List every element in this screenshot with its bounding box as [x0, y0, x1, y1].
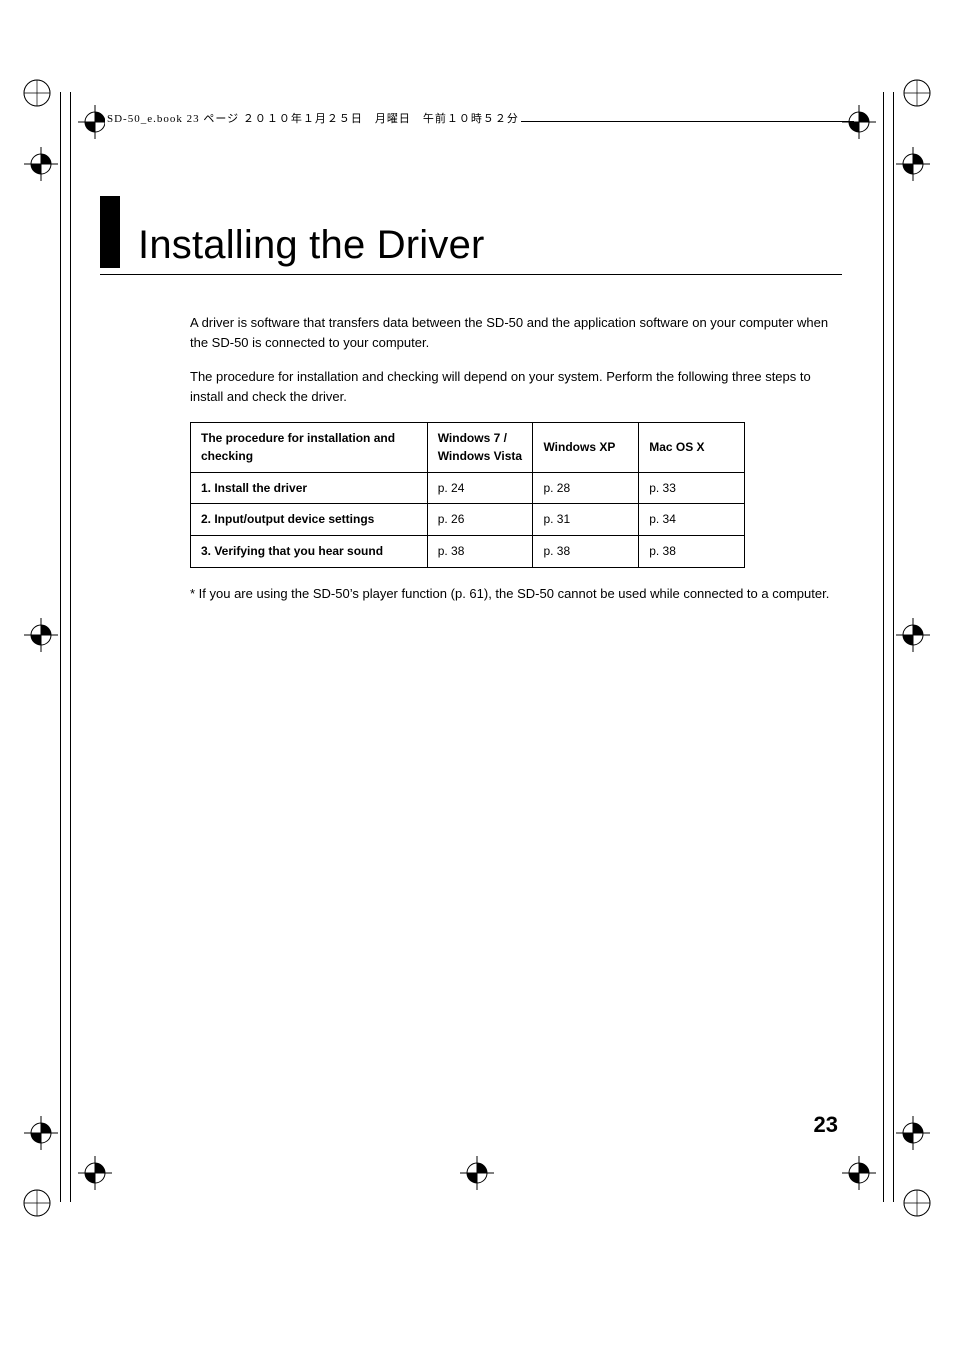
body-text: A driver is software that transfers data…	[190, 313, 834, 604]
table-cell: p. 28	[533, 472, 639, 504]
table-row: 3. Verifying that you hear sound p. 38 p…	[191, 535, 745, 567]
page-title: Installing the Driver	[138, 223, 485, 268]
print-mark-icon	[902, 1188, 932, 1218]
table-header: Windows 7 / Windows Vista	[427, 422, 533, 472]
title-row: Installing the Driver	[100, 196, 842, 275]
footnote: * If you are using the SD-50’s player fu…	[190, 584, 834, 604]
print-mark-icon	[22, 78, 52, 108]
registration-mark-icon	[24, 1116, 58, 1150]
page: SD-50_e.book 23 ページ ２０１０年１月２５日 月曜日 午前１０時…	[0, 0, 954, 1350]
frame-line	[60, 92, 61, 1202]
table-cell: 3. Verifying that you hear sound	[191, 535, 428, 567]
table-header: The procedure for installation and check…	[191, 422, 428, 472]
table-header-line: Windows 7 /	[438, 431, 507, 445]
table-cell: p. 24	[427, 472, 533, 504]
registration-mark-icon	[460, 1156, 494, 1190]
frame-line	[883, 92, 884, 1202]
table-cell: p. 33	[639, 472, 745, 504]
header-caption: SD-50_e.book 23 ページ ２０１０年１月２５日 月曜日 午前１０時…	[105, 110, 521, 126]
table-cell: 2. Input/output device settings	[191, 504, 428, 536]
table-header-row: The procedure for installation and check…	[191, 422, 745, 472]
frame-line	[70, 92, 71, 1202]
title-accent-bar	[100, 196, 120, 268]
registration-mark-icon	[896, 1116, 930, 1150]
content-area: Installing the Driver A driver is softwa…	[100, 196, 842, 604]
registration-mark-icon	[896, 147, 930, 181]
paragraph: The procedure for installation and check…	[190, 367, 834, 407]
table-cell: p. 38	[639, 535, 745, 567]
table-header: Mac OS X	[639, 422, 745, 472]
table-cell: p. 38	[533, 535, 639, 567]
procedure-table: The procedure for installation and check…	[190, 422, 745, 568]
registration-mark-icon	[842, 105, 876, 139]
table-cell: p. 26	[427, 504, 533, 536]
table-row: 2. Input/output device settings p. 26 p.…	[191, 504, 745, 536]
page-number: 23	[814, 1112, 838, 1138]
registration-mark-icon	[24, 147, 58, 181]
table-cell: 1. Install the driver	[191, 472, 428, 504]
registration-mark-icon	[842, 1156, 876, 1190]
registration-mark-icon	[78, 1156, 112, 1190]
registration-mark-icon	[24, 618, 58, 652]
print-mark-icon	[22, 1188, 52, 1218]
paragraph: A driver is software that transfers data…	[190, 313, 834, 353]
table-row: 1. Install the driver p. 24 p. 28 p. 33	[191, 472, 745, 504]
registration-mark-icon	[896, 618, 930, 652]
table-cell: p. 38	[427, 535, 533, 567]
table-header: Windows XP	[533, 422, 639, 472]
table-cell: p. 31	[533, 504, 639, 536]
table-cell: p. 34	[639, 504, 745, 536]
print-mark-icon	[902, 78, 932, 108]
table-header-line: Windows Vista	[438, 449, 522, 463]
frame-line	[893, 92, 894, 1202]
